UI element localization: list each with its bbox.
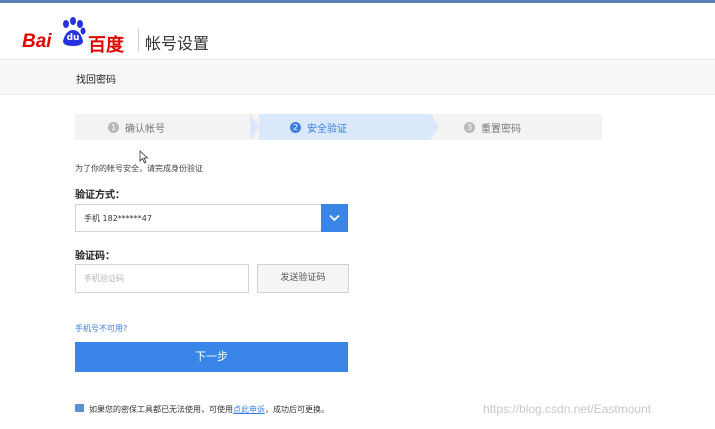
verification-code-field[interactable] xyxy=(75,264,249,293)
appeal-link[interactable]: 点此申诉 xyxy=(233,405,265,414)
step-label: 确认帐号 xyxy=(125,123,165,135)
page-title: 帐号设置 xyxy=(145,34,210,53)
sub-navigation-bar: 找回密码 xyxy=(0,59,715,95)
step-label: 安全验证 xyxy=(307,123,347,135)
step-confirm-account: 1 确认帐号 xyxy=(108,114,165,140)
step-label: 重置密码 xyxy=(481,123,521,135)
chevron-down-icon xyxy=(329,214,340,222)
logo-cn-text: 百度 xyxy=(88,35,124,56)
logo-du-text: du xyxy=(66,33,80,43)
logo-bai-text: Bai xyxy=(22,31,52,52)
progress-steps: 1 确认帐号 2 安全验证 3 重置密码 xyxy=(75,114,602,140)
header-divider xyxy=(138,29,139,51)
step-number-icon: 3 xyxy=(464,121,475,133)
verification-notice: 为了你的帐号安全，请完成身份验证 xyxy=(75,164,203,173)
baidu-logo[interactable]: Bai du 百度 xyxy=(22,17,132,56)
verification-method-select[interactable]: 手机 182******47 xyxy=(75,204,348,232)
message-icon xyxy=(75,404,84,412)
send-code-button[interactable]: 发送验证码 xyxy=(257,264,349,293)
step-number-icon: 1 xyxy=(108,121,119,133)
step-security-verification: 2 安全验证 xyxy=(290,114,347,140)
watermark-text: https://blog.csdn.net/Eastmount xyxy=(483,402,652,416)
selected-method-value: 手机 182******47 xyxy=(84,214,152,223)
footer-help-text: 如果您的密保工具都已无法使用，可使用点此申诉，成功后可更换。 xyxy=(89,404,329,415)
step-reset-password: 3 重置密码 xyxy=(464,114,521,140)
footer-text-after: ，成功后可更换。 xyxy=(265,405,329,414)
step-number-icon: 2 xyxy=(290,121,301,133)
next-step-button[interactable]: 下一步 xyxy=(75,342,348,372)
verification-method-label: 验证方式： xyxy=(75,190,125,201)
phone-unavailable-link[interactable]: 手机号不可用? xyxy=(75,323,127,334)
verification-code-label: 验证码： xyxy=(75,251,115,262)
header: Bai du 百度 帐号设置 xyxy=(0,3,715,59)
verification-code-input[interactable] xyxy=(76,265,244,292)
footer-text-before: 如果您的密保工具都已无法使用，可使用 xyxy=(89,405,233,414)
section-label: 找回密码 xyxy=(76,75,116,86)
dropdown-button[interactable] xyxy=(321,204,348,232)
mouse-cursor-icon xyxy=(139,150,149,164)
